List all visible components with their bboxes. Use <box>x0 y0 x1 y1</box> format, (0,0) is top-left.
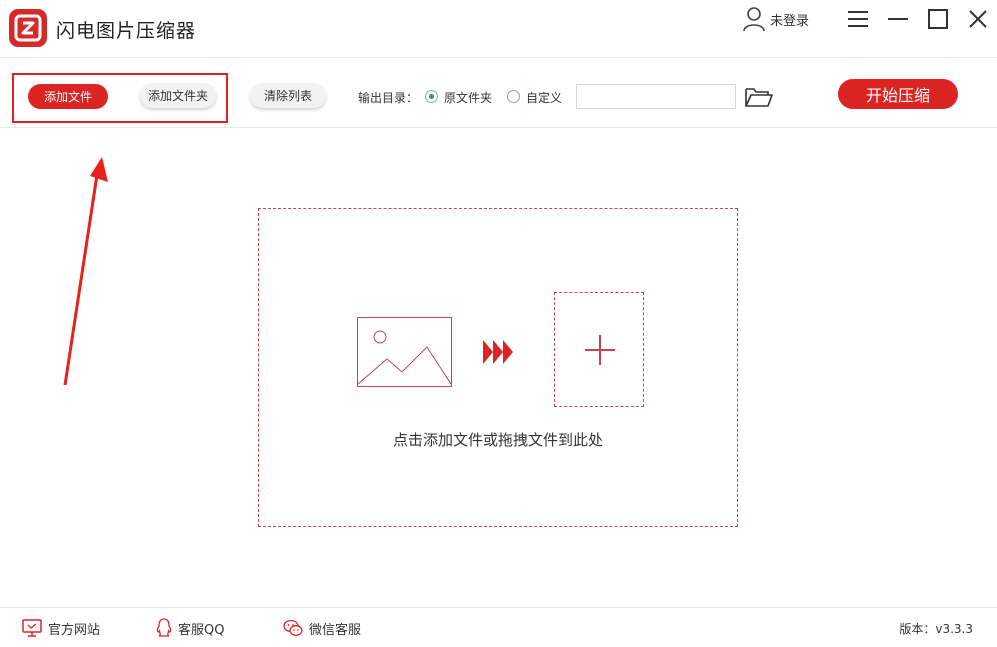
output-directory-label: 输出目录： <box>358 91 419 105</box>
radio-custom-folder-label[interactable]: 自定义 <box>526 89 562 106</box>
start-compress-button[interactable]: 开始压缩 <box>838 79 958 109</box>
add-file-placeholder[interactable] <box>554 292 644 407</box>
image-icon <box>357 317 452 387</box>
title-bar: 闪电图片压缩器 未登录 <box>0 0 997 58</box>
version-label: 版本：v3.3.3 <box>899 622 973 636</box>
user-icon <box>743 7 765 32</box>
official-website-link[interactable]: 官方网站 <box>22 618 100 638</box>
footer-bar: 官方网站 客服QQ 微信客服 版本：v3.3.3 <box>0 607 997 647</box>
add-folder-button[interactable]: 添加文件夹 <box>140 83 216 108</box>
open-folder-icon[interactable] <box>744 86 774 108</box>
radio-custom-folder[interactable] <box>507 90 520 103</box>
maximize-icon[interactable] <box>925 6 951 32</box>
official-website-label: 官方网站 <box>48 622 101 638</box>
clear-list-button[interactable]: 清除列表 <box>250 83 326 108</box>
app-window: 闪电图片压缩器 未登录 添加文件 添加文件夹 清除列表 输出目录： 原文件夹 自… <box>0 0 997 647</box>
customer-qq-label: 客服QQ <box>178 622 225 638</box>
wechat-service-link[interactable]: 微信客服 <box>283 618 361 638</box>
fast-forward-icon <box>483 340 513 364</box>
customer-qq-link[interactable]: 客服QQ <box>156 618 224 638</box>
login-status-label: 未登录 <box>770 13 810 29</box>
add-file-button[interactable]: 添加文件 <box>28 84 108 109</box>
toolbar: 添加文件 添加文件夹 清除列表 输出目录： 原文件夹 自定义 开始压缩 <box>0 58 997 128</box>
monitor-icon <box>22 619 42 637</box>
radio-original-folder[interactable] <box>425 90 438 103</box>
drop-zone[interactable] <box>258 208 738 527</box>
plus-icon <box>585 335 615 365</box>
output-path-input[interactable] <box>576 84 736 109</box>
menu-icon[interactable] <box>845 6 871 32</box>
radio-original-folder-label[interactable]: 原文件夹 <box>444 89 492 106</box>
wechat-service-label: 微信客服 <box>309 622 362 638</box>
minimize-icon[interactable] <box>885 6 911 32</box>
app-logo-icon <box>9 9 47 47</box>
qq-icon <box>156 618 172 637</box>
drop-zone-hint: 点击添加文件或拖拽文件到此处 <box>392 431 603 449</box>
close-icon[interactable] <box>965 6 991 32</box>
arrow-annotation-icon <box>63 157 108 386</box>
app-title: 闪电图片压缩器 <box>56 20 197 42</box>
login-button[interactable]: 未登录 <box>742 6 809 32</box>
wechat-icon <box>283 619 303 636</box>
